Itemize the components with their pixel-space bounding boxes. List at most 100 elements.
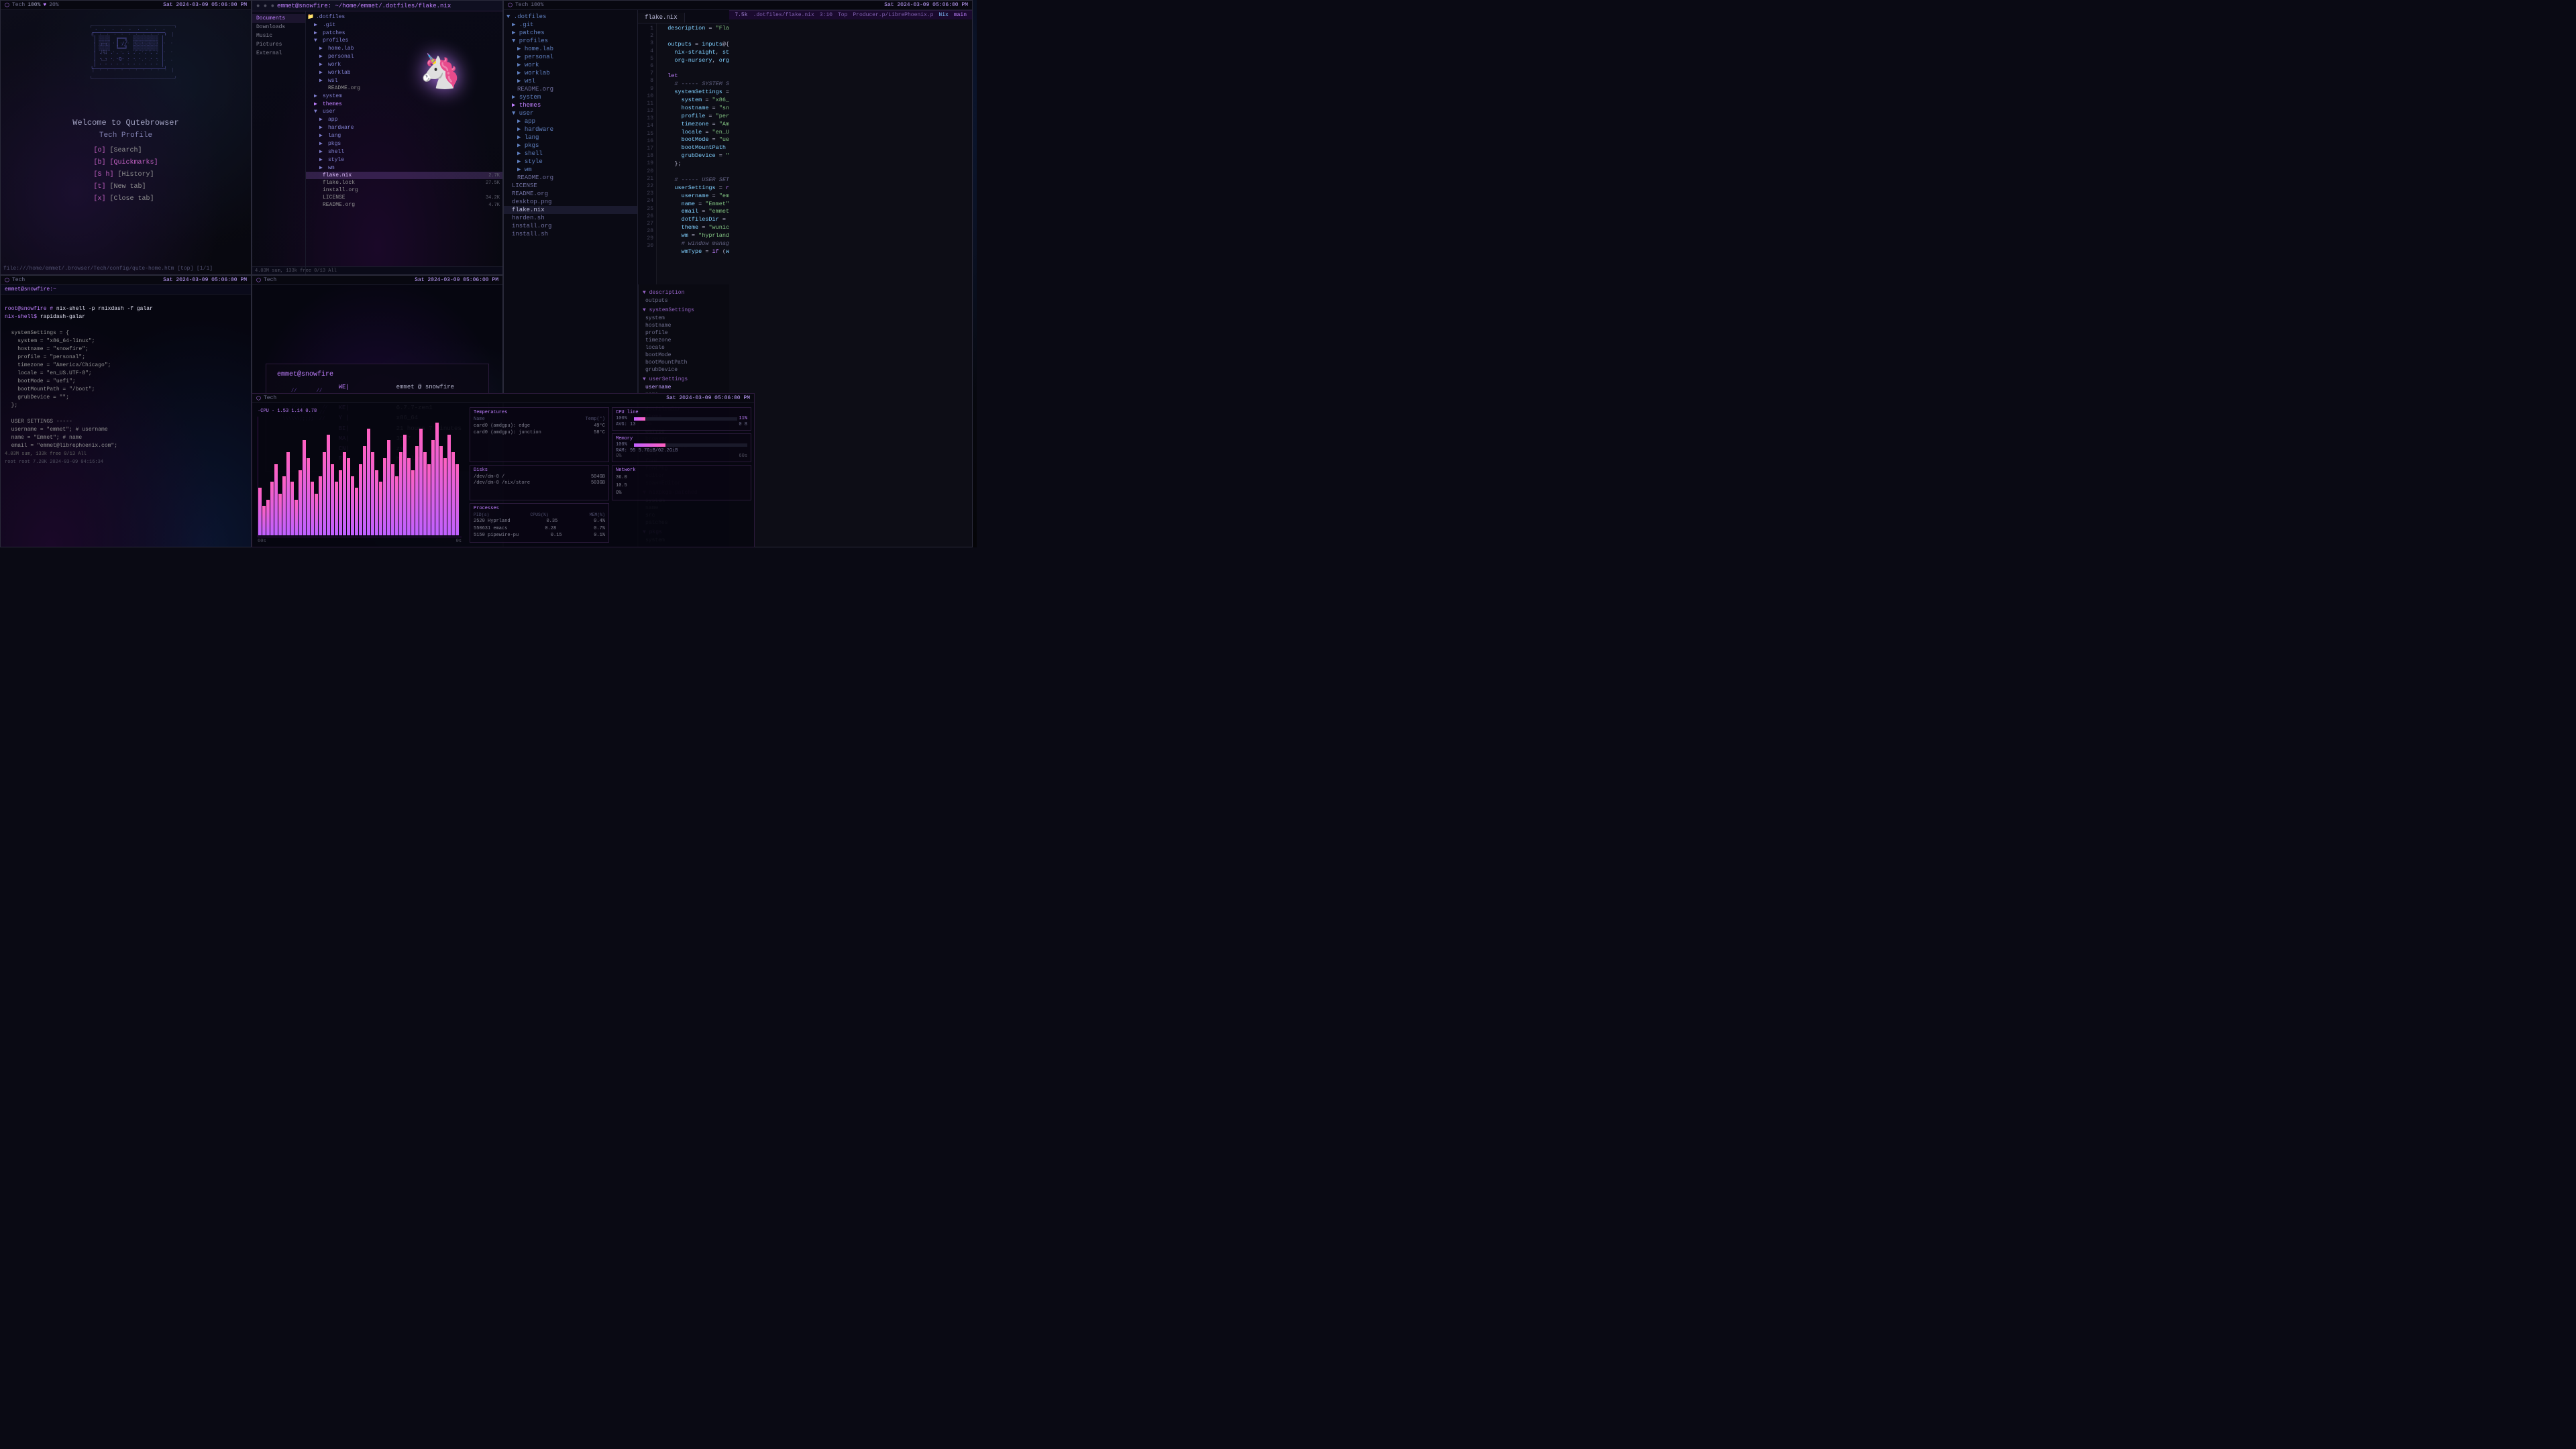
tree-pkgs-code[interactable]: ▶ pkgs xyxy=(504,142,637,150)
file-size: 2.7K xyxy=(488,173,500,178)
bar-23 xyxy=(347,458,350,535)
folder-icon: ▶ xyxy=(314,93,321,99)
bar-13 xyxy=(307,458,310,535)
bar-25 xyxy=(355,488,358,535)
sidebar-entry-grubdevice[interactable]: grubDevice xyxy=(639,366,729,374)
tree-hardware[interactable]: ▶hardware xyxy=(306,123,502,131)
tree-git[interactable]: ▶.git xyxy=(306,21,502,29)
memory-axis: 0% 60s xyxy=(616,453,747,459)
sidebar-entry-timezone[interactable]: timezone xyxy=(639,337,729,344)
bar-39 xyxy=(411,470,415,535)
menu-newtab-key: [t] xyxy=(93,183,105,191)
tree-work-code[interactable]: ▶ work xyxy=(504,61,637,69)
tree-home-code[interactable]: ▶ home.lab xyxy=(504,45,637,53)
tree-user[interactable]: ▼user xyxy=(306,108,502,115)
sidebar-item-pictures[interactable]: Pictures xyxy=(252,40,305,49)
tree-flake-code[interactable]: flake.nix xyxy=(504,206,637,214)
sidebar-entry-system[interactable]: system xyxy=(639,315,729,322)
sidebar-entry-bootmountpath[interactable]: bootMountPath xyxy=(639,359,729,366)
term-cmd-2: rapidash-galar xyxy=(40,314,85,320)
sidebar-item-external[interactable]: External xyxy=(252,49,305,58)
tree-hardware-code[interactable]: ▶ hardware xyxy=(504,125,637,133)
bar-37 xyxy=(403,435,407,535)
folder-icon: ▶ xyxy=(319,132,326,139)
tree-readme-profiles[interactable]: README.org xyxy=(504,85,637,93)
term-prompt-2: nix-shell$ xyxy=(5,314,37,320)
tree-flakelock[interactable]: flake.lock27.5K xyxy=(306,179,502,186)
tree-user-code[interactable]: ▼ user xyxy=(504,109,637,117)
tree-readme-code[interactable]: README.org xyxy=(504,190,637,198)
tree-patches[interactable]: ▶patches xyxy=(306,29,502,37)
cpu-bar-row: 100% 11% xyxy=(616,416,747,421)
tree-home[interactable]: ▶home.lab xyxy=(306,44,502,52)
tree-themes[interactable]: ▶themes xyxy=(306,100,502,108)
cpu-meta: AVG: 13 0 8 xyxy=(616,422,747,427)
tree-dotfiles-root[interactable]: ▼ .dotfiles xyxy=(504,13,637,21)
tree-lang-code[interactable]: ▶ lang xyxy=(504,133,637,142)
tree-license[interactable]: LICENSE34.2K xyxy=(306,194,502,201)
tree-wsl-code[interactable]: ▶ wsl xyxy=(504,77,637,85)
tab-flake-nix[interactable]: flake.nix xyxy=(638,13,685,23)
memory-axis-end: 60s xyxy=(739,453,747,459)
tree-shell-code[interactable]: ▶ shell xyxy=(504,150,637,158)
tree-readme1[interactable]: README.org xyxy=(306,85,502,92)
tree-wm[interactable]: ▶wm xyxy=(306,164,502,172)
sidebar-item-music[interactable]: Music xyxy=(252,32,305,40)
menu-bookmarks-key: [b] xyxy=(93,159,105,166)
sidebar-item-downloads[interactable]: Downloads xyxy=(252,23,305,32)
tree-style[interactable]: ▶style xyxy=(306,156,502,164)
tree-installorg[interactable]: install.org xyxy=(306,186,502,194)
sidebar-item-documents[interactable]: Documents xyxy=(252,14,305,23)
tree-app-code[interactable]: ▶ app xyxy=(504,117,637,125)
qute-logo: . . . . . . . . . ╭─────────────────────… xyxy=(85,21,166,78)
tree-harden-code[interactable]: harden.sh xyxy=(504,214,637,222)
tree-readme2[interactable]: README.org4.7K xyxy=(306,201,502,209)
tree-flake[interactable]: flake.nix2.7K xyxy=(306,172,502,179)
tree-wm-code[interactable]: ▶ wm xyxy=(504,166,637,174)
tree-installorg-code[interactable]: install.org xyxy=(504,222,637,230)
bar-31 xyxy=(379,482,382,535)
folder-icon: ▶ xyxy=(319,156,326,163)
memory-bar-label: 100% xyxy=(616,442,633,447)
tree-shell[interactable]: ▶shell xyxy=(306,148,502,156)
tree-system[interactable]: ▶system xyxy=(306,92,502,100)
tree-readme-user[interactable]: README.org xyxy=(504,174,637,182)
tree-dotfiles[interactable]: 📁 .dotfiles xyxy=(306,13,502,21)
tree-patches-code[interactable]: ▶ patches xyxy=(504,29,637,37)
tree-license-code[interactable]: LICENSE xyxy=(504,182,637,190)
tree-personal-code[interactable]: ▶ personal xyxy=(504,53,637,61)
tree-worklab[interactable]: ▶worklab xyxy=(306,68,502,76)
cpu-util-label: 11% xyxy=(739,416,747,421)
sidebar-entry-hostname[interactable]: hostname xyxy=(639,322,729,329)
tree-system-code[interactable]: ▶ system xyxy=(504,93,637,101)
file-size: 27.5K xyxy=(486,180,500,186)
code-sb-label: Tech xyxy=(515,2,528,8)
sidebar-entry-outputs[interactable]: outputs xyxy=(639,297,729,305)
tree-style-code[interactable]: ▶ style xyxy=(504,158,637,166)
tree-themes-code[interactable]: ▶ themes xyxy=(504,101,637,109)
sidebar-entry-locale[interactable]: locale xyxy=(639,344,729,352)
disk-dev-2: /dev/dm-0 /nix/store xyxy=(474,480,530,486)
tree-desktop-code[interactable]: desktop.png xyxy=(504,198,637,206)
memory-axis-start: 0% xyxy=(616,453,621,459)
tree-installsh-code[interactable]: install.sh xyxy=(504,230,637,238)
bar-16 xyxy=(319,476,322,536)
tree-wsl[interactable]: ▶wsl xyxy=(306,76,502,85)
processes-box: Processes PID(s) CPUS(%) MEM(%) 2520 Hyp… xyxy=(470,503,609,543)
sidebar-entry-profile[interactable]: profile xyxy=(639,329,729,337)
tree-work[interactable]: ▶work xyxy=(306,60,502,68)
sidebar-entry-username[interactable]: username xyxy=(639,384,729,391)
proc-pid-2: 550631 emacs xyxy=(474,525,507,533)
tree-git-code[interactable]: ▶ .git xyxy=(504,21,637,29)
bar-47 xyxy=(443,458,447,535)
tree-profiles[interactable]: ▼profiles xyxy=(306,37,502,44)
tree-profiles-code[interactable]: ▼ profiles xyxy=(504,37,637,45)
bar-35 xyxy=(395,476,398,536)
tree-lang[interactable]: ▶lang xyxy=(306,131,502,140)
tree-worklab-code[interactable]: ▶ worklab xyxy=(504,69,637,77)
tree-app[interactable]: ▶app xyxy=(306,115,502,123)
proc-row-2: 550631 emacs 0.28 0.7% xyxy=(474,525,605,533)
tree-pkgs[interactable]: ▶pkgs xyxy=(306,140,502,148)
tree-personal[interactable]: ▶personal xyxy=(306,52,502,60)
sidebar-entry-bootmode[interactable]: bootMode xyxy=(639,352,729,359)
